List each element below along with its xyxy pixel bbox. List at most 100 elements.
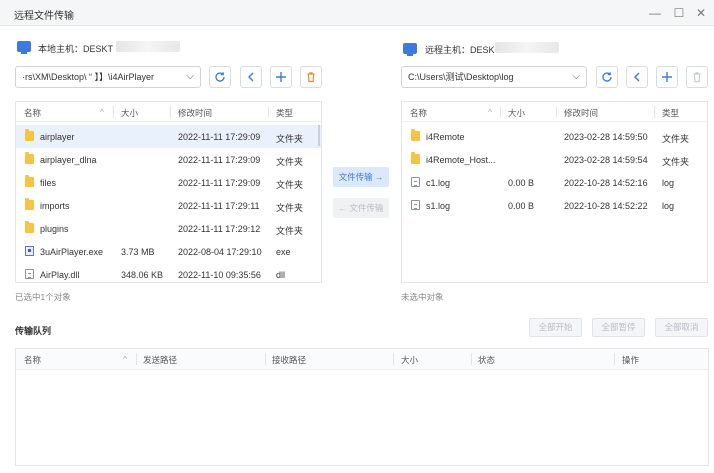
maximize-button[interactable]: ☐ <box>670 4 688 22</box>
remote-refresh-button[interactable] <box>596 66 618 88</box>
local-path-select[interactable]: ·rs\XM\Desktop\ “ 】】\i4AirPlayer ⌵ <box>15 66 201 88</box>
plus-icon <box>662 72 672 82</box>
remote-new-folder-button[interactable] <box>656 66 678 88</box>
queue-column-name[interactable]: 名称 <box>24 354 41 366</box>
window-title: 远程文件传输 <box>14 11 74 22</box>
local-file-row[interactable]: AirPlay.dll 348.06 KB 2022-11-10 09:35:5… <box>16 263 321 286</box>
column-type[interactable]: 类型 <box>276 107 293 119</box>
local-file-row[interactable]: airplayer_dlna 2022-11-11 17:29:09 文件夹 <box>16 148 321 171</box>
local-host-label: 本地主机：DESKT <box>38 44 114 54</box>
transfer-to-remote-button[interactable]: 文件传输 → <box>333 167 389 187</box>
exe-icon <box>25 246 34 256</box>
column-name[interactable]: 名称 <box>410 107 427 119</box>
remote-file-list[interactable]: 名称 ^ 大小 修改时间 类型 i4Remote 2023-02-28 14:5… <box>401 101 708 283</box>
column-modified[interactable]: 修改时间 <box>178 107 212 119</box>
file-type: dll <box>276 270 286 280</box>
file-modified: 2022-10-28 14:52:16 <box>564 178 648 188</box>
title-bar <box>0 0 714 26</box>
queue-column-receive-path[interactable]: 接收路径 <box>272 354 306 366</box>
local-file-row[interactable]: 3uAirPlayer.exe 3.73 MB 2022-08-04 17:29… <box>16 240 321 263</box>
file-type: 文件夹 <box>276 157 304 167</box>
queue-column-status[interactable]: 状态 <box>478 354 495 366</box>
file-size: 3.73 MB <box>121 247 155 257</box>
file-name: c1.log <box>426 178 451 188</box>
local-back-button[interactable] <box>240 66 262 88</box>
redacted-hostname <box>495 42 559 53</box>
chevron-down-icon: ⌵ <box>186 71 194 82</box>
local-file-list[interactable]: 名称 ^ 大小 修改时间 类型 airplayer 2022-11-11 17:… <box>15 101 322 283</box>
queue-column-send-path[interactable]: 发送路径 <box>143 354 177 366</box>
local-new-folder-button[interactable] <box>270 66 292 88</box>
remote-host-label: 远程主机：DESK <box>425 45 495 55</box>
queue-column-action[interactable]: 操作 <box>622 354 639 366</box>
file-type: 文件夹 <box>276 180 304 190</box>
sort-asc-icon[interactable]: ^ <box>123 354 127 364</box>
remote-file-row[interactable]: i4Remote 2023-02-28 14:59:50 文件夹 <box>402 125 707 148</box>
folder-icon <box>25 129 34 141</box>
close-button[interactable]: ✕ <box>692 4 710 22</box>
refresh-icon <box>602 72 612 82</box>
folder-icon <box>411 129 420 141</box>
file-name: files <box>40 178 57 188</box>
file-name: airplayer <box>40 132 75 142</box>
file-name: i4Remote_Host... <box>426 155 496 165</box>
transfer-to-local-button[interactable]: ← 文件传输 <box>333 198 389 218</box>
folder-icon <box>411 152 420 164</box>
local-delete-button[interactable] <box>300 66 322 88</box>
local-file-row[interactable]: imports 2022-11-11 17:29:11 文件夹 <box>16 194 321 217</box>
transfer-queue-list[interactable]: 名称 ^ 发送路径 接收路径 大小 状态 操作 <box>15 348 709 466</box>
column-type[interactable]: 类型 <box>662 107 679 119</box>
queue-table-header: 名称 ^ 发送路径 接收路径 大小 状态 操作 <box>16 349 708 370</box>
file-icon <box>25 269 34 279</box>
file-modified: 2023-02-28 14:59:50 <box>564 132 648 142</box>
local-file-row[interactable]: plugins 2022-11-11 17:29:12 文件夹 <box>16 217 321 240</box>
remote-back-button[interactable] <box>626 66 648 88</box>
file-type: 文件夹 <box>662 157 690 167</box>
local-file-row[interactable]: airplayer 2022-11-11 17:29:09 文件夹 <box>16 125 321 148</box>
column-size[interactable]: 大小 <box>121 107 138 119</box>
folder-icon <box>25 152 34 164</box>
file-name: AirPlay.dll <box>40 270 80 280</box>
folder-icon <box>25 221 34 233</box>
start-all-button[interactable]: 全部开始 <box>529 318 582 337</box>
remote-file-row[interactable]: s1.log 0.00 B 2022-10-28 14:52:22 log <box>402 194 707 217</box>
chevron-down-icon: ⌵ <box>572 71 580 82</box>
pause-all-button[interactable]: 全部暂停 <box>592 318 645 337</box>
file-size: 348.06 KB <box>121 270 164 280</box>
file-modified: 2022-08-04 17:29:10 <box>178 247 262 257</box>
file-type: log <box>662 201 675 211</box>
remote-file-row[interactable]: i4Remote_Host... 2023-02-28 14:59:54 文件夹 <box>402 148 707 171</box>
local-refresh-button[interactable] <box>209 66 231 88</box>
queue-column-size[interactable]: 大小 <box>401 354 418 366</box>
cancel-all-button[interactable]: 全部取消 <box>655 318 708 337</box>
remote-file-row[interactable]: c1.log 0.00 B 2022-10-28 14:52:16 log <box>402 171 707 194</box>
local-file-row[interactable]: files 2022-11-11 17:29:09 文件夹 <box>16 171 321 194</box>
file-modified: 2023-02-28 14:59:54 <box>564 155 648 165</box>
redacted-hostname <box>116 41 180 52</box>
refresh-icon <box>215 72 225 82</box>
local-table-header: 名称 ^ 大小 修改时间 类型 <box>16 102 321 122</box>
file-name: i4Remote <box>426 132 465 142</box>
computer-icon <box>17 41 31 54</box>
local-path-value: ·rs\XM\Desktop\ “ 】】\i4AirPlayer <box>22 72 155 82</box>
column-name[interactable]: 名称 <box>24 107 41 119</box>
column-modified[interactable]: 修改时间 <box>564 107 598 119</box>
computer-icon <box>403 43 417 56</box>
sort-asc-icon[interactable]: ^ <box>100 107 104 117</box>
file-type: 文件夹 <box>276 203 304 213</box>
file-modified: 2022-11-11 17:29:09 <box>178 132 261 142</box>
file-modified: 2022-11-11 17:29:12 <box>178 224 261 234</box>
file-name: plugins <box>40 224 69 234</box>
remote-path-select[interactable]: C:\Users\测试\Desktop\log ⌵ <box>401 66 587 88</box>
column-size[interactable]: 大小 <box>508 107 525 119</box>
remote-delete-button[interactable] <box>686 66 708 88</box>
remote-table-header: 名称 ^ 大小 修改时间 类型 <box>402 102 707 122</box>
back-arrow-icon <box>634 72 640 82</box>
file-type: 文件夹 <box>276 134 304 144</box>
file-name: airplayer_dlna <box>40 155 97 165</box>
sort-asc-icon[interactable]: ^ <box>488 107 492 117</box>
minimize-button[interactable]: — <box>646 4 664 22</box>
file-modified: 2022-10-28 14:52:22 <box>564 201 648 211</box>
file-modified: 2022-11-10 09:35:56 <box>178 270 261 280</box>
local-scrollbar[interactable] <box>318 125 320 146</box>
